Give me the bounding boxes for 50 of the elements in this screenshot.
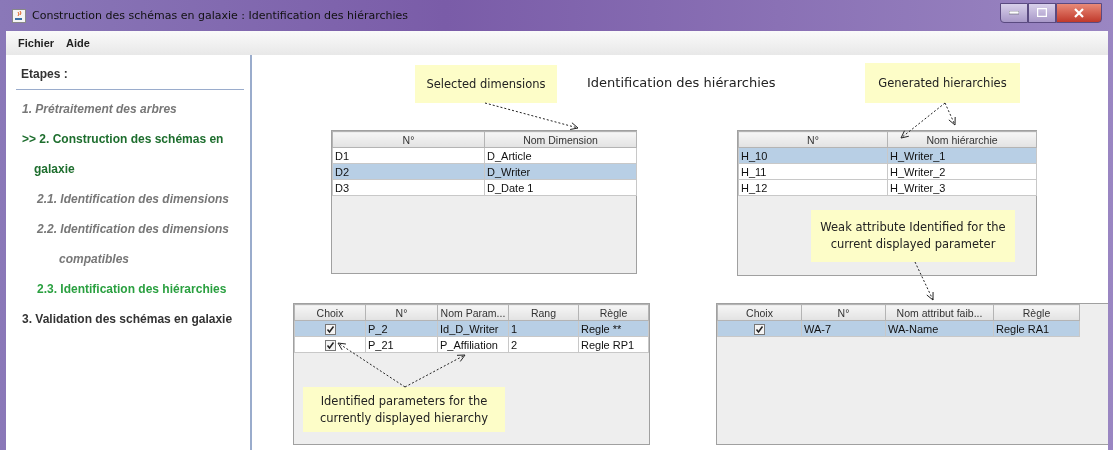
menu-item[interactable]: Fichier — [18, 37, 55, 49]
column-header[interactable]: Nom hiérarchie — [887, 131, 1037, 148]
minimize-button[interactable] — [1000, 2, 1028, 23]
checkbox[interactable] — [324, 323, 336, 335]
java-cup-icon — [12, 8, 26, 23]
column-header[interactable]: Nom attribut faib... — [885, 304, 994, 321]
section-title: Identification des hiérarchies — [587, 75, 776, 90]
window-title: Construction des schémas en galaxie : Identification des hiérarchies — [32, 9, 408, 22]
column-header[interactable]: N° — [801, 304, 886, 321]
step-item: 2.1. Identification des dimensions — [36, 191, 231, 208]
maximize-button[interactable] — [1028, 2, 1056, 23]
column-header[interactable]: N° — [738, 131, 888, 148]
column-header[interactable]: N° — [365, 304, 438, 321]
dimension-row[interactable]: D2 D_Writer — [332, 163, 637, 180]
column-header[interactable]: Règle — [993, 304, 1080, 321]
column-header[interactable]: Rang — [508, 304, 579, 321]
hierarchy-row[interactable]: H_12 H_Writer_3 — [738, 179, 1037, 196]
hierarchy-row[interactable]: H_11 H_Writer_2 — [738, 163, 1037, 180]
dimension-row[interactable]: D3 D_Date 1 — [332, 179, 637, 196]
minimize-icon — [1009, 10, 1019, 15]
step-item: >> 2. Construction des schémas en galaxie — [21, 131, 225, 178]
weak-attribute-row[interactable]: WA-7 WA-Name Regle RA1 — [717, 320, 1080, 337]
annotation-note: Generated hierarchies — [865, 63, 1020, 103]
checkbox[interactable] — [754, 323, 765, 335]
parameter-row[interactable]: P_2 Id_D_Writer 1 Regle ** — [294, 320, 649, 337]
annotation-note: Weak attribute Identified for the current displayed parameter — [811, 210, 1015, 262]
menu-item[interactable]: Aide — [66, 37, 90, 49]
annotation-arrow — [337, 342, 406, 388]
column-header[interactable]: Nom Param... — [437, 304, 509, 321]
step-item: 2.2. Identification des dimensions compatibles — [36, 221, 231, 268]
column-header[interactable]: N° — [332, 131, 485, 148]
close-button[interactable] — [1056, 2, 1102, 23]
step-item: 2.3. Identification des hiérarchies — [36, 281, 228, 298]
checkbox[interactable] — [324, 339, 336, 351]
column-header[interactable]: Règle — [578, 304, 649, 321]
column-header[interactable]: Choix — [294, 304, 366, 321]
step-item: 1. Prétraitement des arbres — [21, 101, 178, 118]
step-item: 3. Validation des schémas en galaxie — [21, 311, 234, 328]
annotation-arrow — [404, 354, 466, 388]
parameter-row[interactable]: P_21 P_Affiliation 2 Regle RP1 — [294, 336, 649, 353]
maximize-icon — [1037, 8, 1047, 17]
hierarchy-row[interactable]: H_10 H_Writer_1 — [738, 147, 1037, 164]
annotation-arrow — [914, 261, 934, 301]
annotation-note: Identified parameters for the currently displayed hierarchy — [303, 387, 505, 432]
annotation-note: Selected dimensions — [415, 65, 557, 103]
column-header[interactable]: Nom Dimension — [484, 131, 637, 148]
column-header[interactable]: Choix — [717, 304, 802, 321]
close-icon — [1074, 7, 1084, 18]
steps-heading: Etapes : — [16, 67, 244, 90]
dimension-row[interactable]: D1 D_Article — [332, 147, 637, 164]
